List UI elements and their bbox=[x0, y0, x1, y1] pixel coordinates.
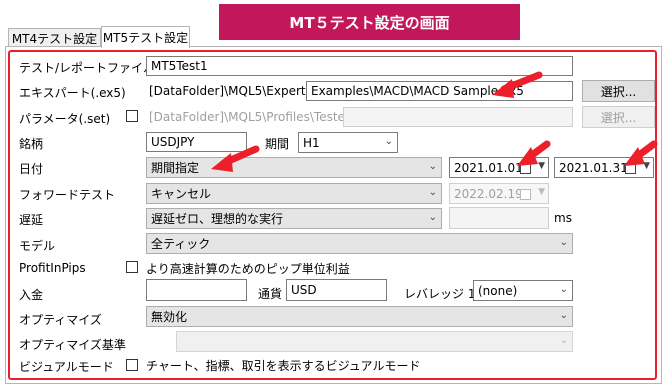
tab-mt5-settings[interactable]: MT5テスト設定 bbox=[101, 26, 190, 48]
banner-title: MT５テスト設定の画面 bbox=[289, 13, 450, 32]
red-arrow-icon bbox=[517, 140, 551, 166]
tab-label: MT5テスト設定 bbox=[102, 31, 189, 45]
highlight-frame bbox=[8, 50, 657, 380]
red-arrow-icon bbox=[492, 71, 543, 98]
red-arrow-icon bbox=[624, 140, 658, 166]
title-banner: MT５テスト設定の画面 bbox=[219, 4, 520, 40]
tab-label: MT4テスト設定 bbox=[11, 31, 98, 46]
red-arrow-icon bbox=[211, 145, 260, 172]
tab-mt4-settings[interactable]: MT4テスト設定 bbox=[8, 28, 101, 47]
